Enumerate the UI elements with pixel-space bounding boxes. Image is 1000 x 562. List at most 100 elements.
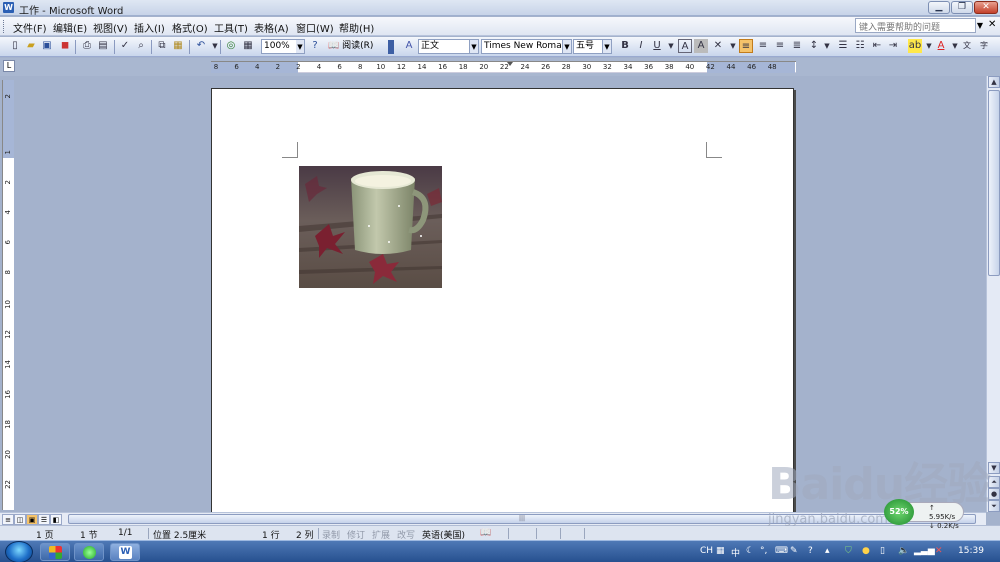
volume-icon[interactable]: 🔈 [898,546,909,556]
table-icon[interactable]: ▦ [241,39,255,53]
hyperlink-icon[interactable]: ◎ [224,39,238,53]
taskbar-app-2[interactable] [74,543,104,561]
underline-dropdown-icon[interactable]: ▼ [664,39,678,53]
outline-view-icon[interactable]: ☰ [38,514,50,525]
keyboard-icon[interactable]: ⌨ [775,546,788,556]
size-dropdown-icon[interactable]: ▼ [603,39,612,54]
network-signal-icon[interactable]: ▂▃▅ [914,546,935,556]
expand-tray-icon[interactable]: ▴ [825,546,830,556]
horizontal-ruler[interactable]: 8 6 4 2 2 4 6 8 10 12 14 16 18 20 22 24 26 28 30 32 34 36 38 40… [211,61,796,73]
doc-close-icon[interactable]: ✕ [988,19,996,30]
increase-indent-icon[interactable]: ⇥ [886,39,900,53]
menu-format[interactable]: 格式(O) [172,20,208,35]
scroll-up-icon[interactable]: ▲ [988,76,1000,88]
network-speed-widget[interactable]: ↑ 5.95K/s ↓ 0.2K/s 52% [884,499,964,530]
ime-icon[interactable]: ▦ [716,546,725,556]
start-button[interactable] [5,541,33,562]
menu-file[interactable]: 文件(F) [13,20,47,35]
copy-icon[interactable]: ⧉ [155,39,169,53]
font-color-icon[interactable]: A [934,39,948,53]
taskbar-word[interactable]: W [110,543,140,561]
security-icon[interactable]: ● [862,546,870,556]
menu-grip[interactable] [3,20,6,33]
zoom-dropdown-icon[interactable]: ▼ [296,39,305,54]
print-layout-icon[interactable]: ▣ [26,514,38,525]
char-scaling-icon[interactable]: ✕ [711,39,725,53]
permission-icon[interactable]: ◼ [58,39,72,53]
help-tray-icon[interactable]: ? [808,546,813,556]
menu-edit[interactable]: 编辑(E) [53,20,87,35]
new-document-icon[interactable]: ▯ [8,39,22,53]
menu-insert[interactable]: 插入(I) [134,20,165,35]
help-dropdown-icon[interactable]: ▼ [975,18,985,33]
clock[interactable]: 15:39 [958,546,984,556]
menu-help[interactable]: 帮助(H) [339,20,374,35]
shield-icon[interactable]: ⛉ [845,546,852,556]
restore-button[interactable]: ❐ [951,1,973,14]
menu-view[interactable]: 视图(V) [93,20,128,35]
font-select[interactable]: Times New Roman [481,39,563,54]
open-folder-icon[interactable]: ▰ [24,39,38,53]
web-view-icon[interactable]: ◫ [14,514,26,525]
numbering-icon[interactable]: ☰ [836,39,850,53]
minimize-button[interactable]: ▁ [928,1,950,14]
network-status-icon[interactable]: ✕ [935,546,943,556]
undo-icon[interactable]: ↶ [194,39,208,53]
taskbar-app-1[interactable] [40,543,70,561]
char-shading-icon[interactable]: A [694,39,708,53]
tools-icon[interactable]: ✎ [790,546,798,556]
enclose-chars-icon[interactable]: 字 [977,39,991,53]
research-icon[interactable]: ⌕ [134,39,148,53]
read-button[interactable]: 📖 阅读(R) [328,39,373,54]
reading-view-icon[interactable]: ◧ [50,514,62,525]
bullets-icon[interactable]: ☷ [853,39,867,53]
bold-icon[interactable]: B [618,39,632,53]
close-button[interactable]: ✕ [974,1,998,14]
vertical-scrollbar[interactable]: ▲ ▼ ⏶ ● ⏷ [986,76,1000,512]
moon-icon[interactable]: ☾ [746,546,754,556]
scroll-thumb[interactable] [988,90,1000,276]
style-select[interactable]: 正文 [418,39,470,54]
highlight-icon[interactable]: ab [908,39,922,53]
spelling-icon[interactable]: ✓ [118,39,132,53]
spacing-dropdown-icon[interactable]: ▼ [820,39,834,53]
inserted-photo[interactable] [299,166,442,288]
zoom-select[interactable]: 100% [261,39,297,54]
line-spacing-icon[interactable]: ↕ [807,39,821,53]
toolbar-grip[interactable] [388,40,394,54]
italic-icon[interactable]: I [634,39,648,53]
read-icon: 📖 [328,41,340,51]
styles-icon[interactable]: A [402,39,416,53]
char-border-icon[interactable]: A [678,39,692,53]
paste-icon[interactable]: ▦ [171,39,185,53]
print-icon[interactable]: ⎙ [80,39,94,53]
align-right-icon[interactable]: ≡ [773,39,787,53]
menu-window[interactable]: 窗口(W) [296,20,334,35]
spelling-status-icon[interactable]: 📖 [480,528,491,538]
tab-selector-icon[interactable]: L [3,60,15,72]
tray-ime[interactable]: 中 [731,546,740,559]
punct-icon[interactable]: °, [760,546,767,556]
vertical-ruler[interactable]: 2 1 2 4 6 8 10 12 14 16 18 20 22 [2,80,14,510]
help-icon[interactable]: ? [308,39,322,53]
menu-tools[interactable]: 工具(T) [214,20,248,35]
align-left-icon[interactable]: ≡ [739,39,753,53]
word-app-icon[interactable]: W [3,2,14,13]
menu-table[interactable]: 表格(A) [254,20,289,35]
font-size-select[interactable]: 五号 [573,39,603,54]
help-search-input[interactable]: 键入需要帮助的问题 [855,18,976,33]
print-preview-icon[interactable]: ▤ [96,39,110,53]
tray-lang[interactable]: CH [700,546,713,556]
align-center-icon[interactable]: ≡ [756,39,770,53]
phonetic-guide-icon[interactable]: 文 [960,39,974,53]
device-icon[interactable]: ▯ [880,546,885,556]
document-page[interactable] [211,88,794,518]
scaling-dropdown-icon[interactable]: ▼ [726,39,740,53]
normal-view-icon[interactable]: ≡ [2,514,14,525]
font-dropdown-icon[interactable]: ▼ [563,39,572,54]
style-dropdown-icon[interactable]: ▼ [470,39,479,54]
underline-icon[interactable]: U [650,39,664,53]
decrease-indent-icon[interactable]: ⇤ [870,39,884,53]
save-icon[interactable]: ▣ [40,39,54,53]
justify-icon[interactable]: ≣ [790,39,804,53]
